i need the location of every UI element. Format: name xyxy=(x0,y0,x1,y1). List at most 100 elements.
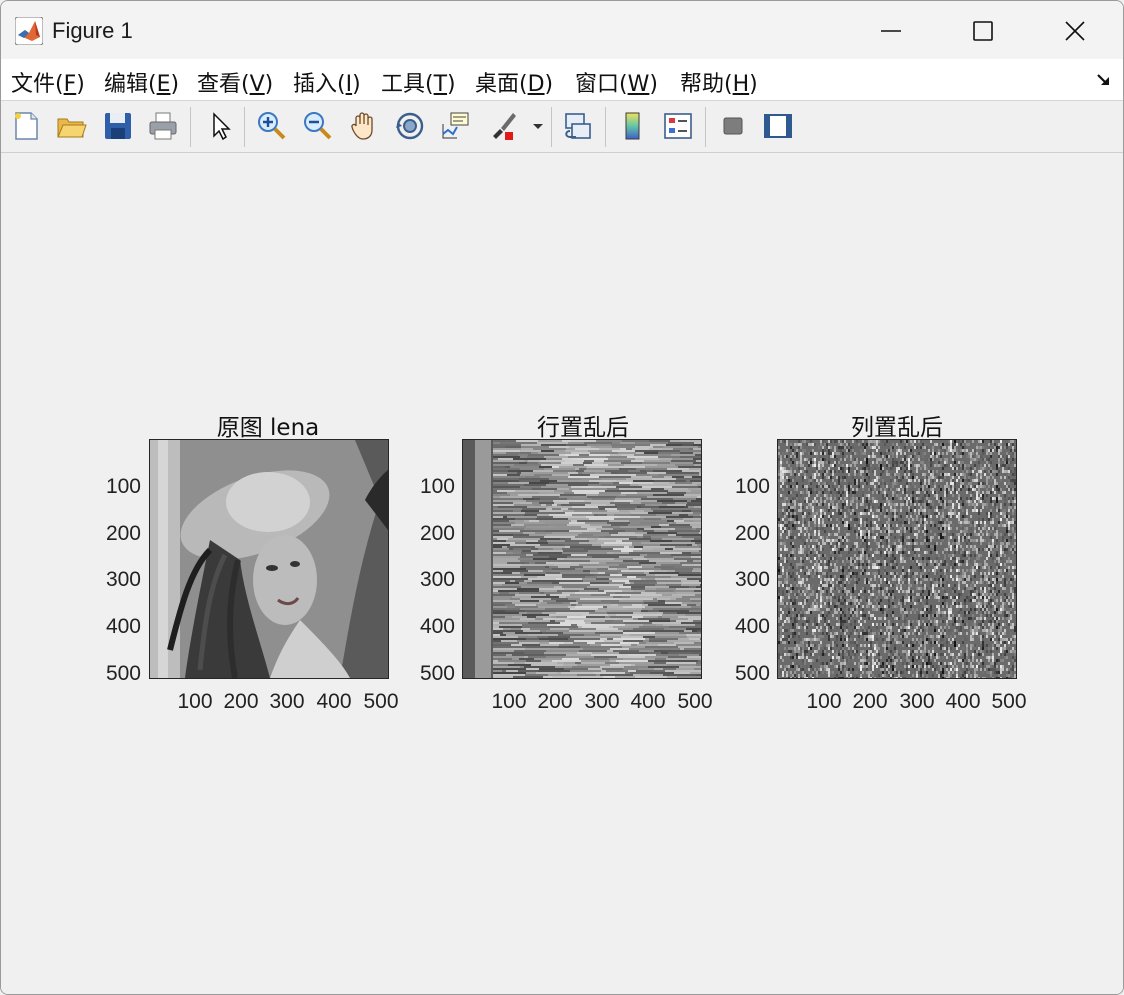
show-plot-tools-button[interactable] xyxy=(760,108,796,144)
column-scrambled-image xyxy=(778,440,1016,678)
save-button[interactable] xyxy=(100,108,136,144)
zoom-out-button[interactable] xyxy=(299,108,335,144)
figure-canvas[interactable]: 原图 lena 行置乱后 列置乱后 100 200 300 400 500 10… xyxy=(1,153,1123,994)
pan-hand-icon xyxy=(351,112,373,140)
toolbar-separator xyxy=(190,107,191,147)
close-button[interactable] xyxy=(1043,9,1107,53)
colorbar-icon xyxy=(625,112,640,140)
ytick-label: 100 xyxy=(105,475,141,498)
xtick-label: 400 xyxy=(945,690,981,713)
xtick-label: 200 xyxy=(852,690,888,713)
ytick-label: 100 xyxy=(734,475,770,498)
select-pointer-button[interactable] xyxy=(202,108,238,144)
xtick-label: 300 xyxy=(269,690,305,713)
ytick-label: 100 xyxy=(419,475,455,498)
axes-title-row-scrambled: 行置乱后 xyxy=(537,415,629,441)
row-scrambled-image xyxy=(463,440,701,678)
menu-tools[interactable]: 工具(T) xyxy=(381,66,456,98)
brush-button[interactable] xyxy=(485,108,521,144)
ytick-label: 500 xyxy=(734,662,770,685)
menu-file[interactable]: 文件(F) xyxy=(11,66,85,98)
open-file-icon xyxy=(57,118,87,138)
zoom-out-icon xyxy=(304,112,332,140)
ytick-label: 500 xyxy=(419,662,455,685)
menu-edit[interactable]: 编辑(E) xyxy=(104,66,179,98)
chevron-down-icon xyxy=(533,124,543,129)
ytick-label: 200 xyxy=(419,522,455,545)
ytick-label: 400 xyxy=(734,615,770,638)
toolbar-separator xyxy=(551,107,552,147)
ytick-label: 200 xyxy=(734,522,770,545)
zoom-in-icon xyxy=(258,112,286,140)
toolbar-separator xyxy=(244,107,245,147)
save-icon xyxy=(105,113,131,139)
ytick-label: 300 xyxy=(105,568,141,591)
legend-button[interactable] xyxy=(660,108,696,144)
window-title: Figure 1 xyxy=(52,18,133,43)
ytick-label: 300 xyxy=(734,568,770,591)
xtick-label: 500 xyxy=(991,690,1027,713)
ytick-label: 400 xyxy=(105,615,141,638)
maximize-button[interactable] xyxy=(951,9,1015,53)
link-plot-button[interactable] xyxy=(560,108,596,144)
title-bar[interactable]: Figure 1 xyxy=(1,1,1123,59)
show-plot-tools-icon xyxy=(764,114,792,138)
axes-original-image[interactable] xyxy=(149,439,389,679)
data-cursor-icon xyxy=(442,112,469,139)
toolbar-separator xyxy=(705,107,706,147)
maximize-icon xyxy=(973,21,993,41)
axes-column-scrambled-image[interactable] xyxy=(777,439,1017,679)
xtick-label: 500 xyxy=(363,690,399,713)
xtick-label: 300 xyxy=(899,690,935,713)
axes-title-column-scrambled: 列置乱后 xyxy=(851,415,943,441)
hide-plot-tools-icon xyxy=(723,117,743,135)
menu-desktop[interactable]: 桌面(D) xyxy=(475,66,553,98)
xtick-label: 400 xyxy=(316,690,352,713)
colorbar-button[interactable] xyxy=(615,108,651,144)
dock-figure-icon[interactable] xyxy=(1095,71,1113,89)
figure-toolbar xyxy=(1,101,1123,153)
menu-help[interactable]: 帮助(H) xyxy=(680,66,758,98)
menu-window[interactable]: 窗口(W) xyxy=(575,66,658,98)
print-icon xyxy=(149,112,177,140)
legend-icon xyxy=(664,113,692,139)
rotate-3d-button[interactable] xyxy=(392,108,428,144)
zoom-in-button[interactable] xyxy=(253,108,289,144)
minimize-button[interactable] xyxy=(859,9,923,53)
close-icon xyxy=(1065,21,1085,41)
axes-title-original: 原图 lena xyxy=(216,415,320,441)
menu-view[interactable]: 查看(V) xyxy=(197,66,273,98)
menu-insert[interactable]: 插入(I) xyxy=(293,66,361,98)
data-cursor-button[interactable] xyxy=(437,108,473,144)
ytick-label: 300 xyxy=(419,568,455,591)
xtick-label: 300 xyxy=(584,690,620,713)
new-figure-button[interactable] xyxy=(8,108,44,144)
xtick-label: 200 xyxy=(223,690,259,713)
rotate-3d-icon xyxy=(396,112,424,140)
brush-icon xyxy=(493,113,516,140)
brush-dropdown[interactable] xyxy=(528,108,548,144)
link-plot-icon xyxy=(565,113,591,139)
xtick-label: 100 xyxy=(491,690,527,713)
xtick-label: 500 xyxy=(677,690,713,713)
ytick-label: 200 xyxy=(105,522,141,545)
print-button[interactable] xyxy=(145,108,181,144)
ytick-label: 400 xyxy=(419,615,455,638)
xtick-label: 100 xyxy=(806,690,842,713)
axes-row-scrambled-image[interactable] xyxy=(462,439,702,679)
xtick-label: 200 xyxy=(537,690,573,713)
new-figure-icon xyxy=(15,112,38,140)
xtick-label: 400 xyxy=(630,690,666,713)
hide-plot-tools-button[interactable] xyxy=(715,108,751,144)
select-pointer-icon xyxy=(213,112,231,141)
ytick-label: 500 xyxy=(105,662,141,685)
toolbar-separator xyxy=(605,107,606,147)
matlab-logo-icon xyxy=(15,17,43,45)
menu-bar: 文件(F) 编辑(E) 查看(V) 插入(I) 工具(T) 桌面(D) 窗口(W… xyxy=(1,59,1123,101)
xtick-label: 100 xyxy=(177,690,213,713)
open-file-button[interactable] xyxy=(53,108,89,144)
pan-button[interactable] xyxy=(346,108,382,144)
figure-window: Figure 1 文件(F) 编辑(E) 查看(V) 插入(I) 工具(T) 桌… xyxy=(0,0,1124,995)
lena-image xyxy=(150,440,388,678)
minimize-icon xyxy=(881,30,901,32)
